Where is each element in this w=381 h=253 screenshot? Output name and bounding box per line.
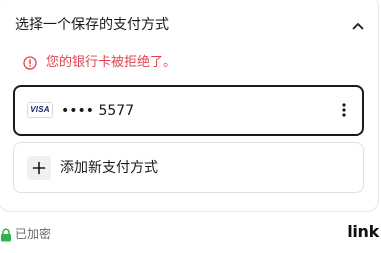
section-title: 选择一个保存的支付方式	[15, 17, 169, 33]
saved-card-option[interactable]: VISA •••• 5577	[13, 85, 364, 136]
plus-icon	[27, 156, 51, 180]
lock-icon	[0, 227, 12, 242]
encrypted-label: 已加密	[15, 227, 52, 241]
link-logo: link	[347, 222, 379, 241]
card-masked-number: •••• 5577	[61, 103, 135, 119]
add-payment-method-label: 添加新支付方式	[60, 160, 158, 176]
payment-method-card: 选择一个保存的支付方式 您的银行卡被拒绝了。 VISA •••• 5577 添加…	[0, 0, 379, 212]
add-payment-method-button[interactable]: 添加新支付方式	[13, 142, 364, 193]
alert-circle-icon	[23, 55, 37, 70]
visa-logo: VISA	[27, 102, 53, 118]
saved-methods-header[interactable]: 选择一个保存的支付方式	[15, 15, 367, 37]
error-text: 您的银行卡被拒绝了。	[46, 55, 177, 70]
chevron-up-icon[interactable]	[351, 18, 365, 32]
more-vertical-icon[interactable]	[338, 102, 350, 118]
